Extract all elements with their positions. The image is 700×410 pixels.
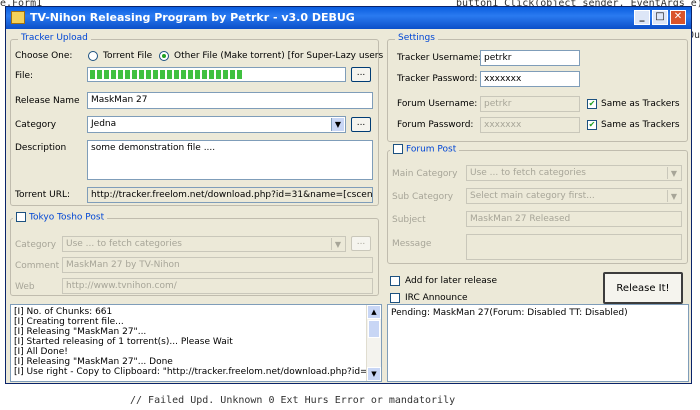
category-fetch-button[interactable]: ... <box>351 117 371 132</box>
tokyo-tosho-title[interactable]: Tokyo Tosho Post <box>29 213 104 223</box>
forum-post-title[interactable]: Forum Post <box>406 145 456 155</box>
log-box[interactable]: [I] No. of Chunks: 661 [I] Creating torr… <box>10 304 382 382</box>
tt-web-label: Web <box>15 282 35 292</box>
description-textarea[interactable]: some demonstration file .... <box>87 140 373 180</box>
release-name-label: Release Name <box>15 96 80 106</box>
category-label: Category <box>15 120 57 130</box>
tracker-upload-title: Tracker Upload <box>18 33 91 43</box>
main-window: TV-Nihon Releasing Program by Petrkr - v… <box>5 6 692 384</box>
log-line: [I] Releasing "MaskMan 27"... <box>14 327 147 337</box>
add-later-checkbox[interactable] <box>390 276 400 286</box>
subject-label: Subject <box>392 215 426 225</box>
same-as-trackers-label-1[interactable]: Same as Trackers <box>601 99 680 109</box>
tracker-password-label: Tracker Password: <box>397 74 478 84</box>
tokyo-tosho-checkbox[interactable] <box>16 212 26 222</box>
same-as-trackers-checkbox-1[interactable]: ✔ <box>587 99 597 109</box>
log-scrollbar[interactable]: ▲ ▼ <box>366 305 381 381</box>
maximize-button[interactable]: □ <box>652 10 668 25</box>
same-as-trackers-label-2[interactable]: Same as Trackers <box>601 120 680 130</box>
background-code-bottom: // Failed Upd. Unknown 0 Ext Hurs Error … <box>130 395 456 406</box>
settings-group: Settings Tracker Username: petrkr Tracke… <box>387 33 688 142</box>
log-line: [I] Use right - Copy to Clipboard: "http… <box>14 367 382 377</box>
description-label: Description <box>15 143 67 153</box>
irc-announce-label[interactable]: IRC Announce <box>405 293 468 303</box>
chevron-down-icon[interactable]: ▼ <box>331 118 344 131</box>
pending-text: Pending: MaskMan 27(Forum: Disabled TT: … <box>391 308 628 318</box>
tt-category-select[interactable]: Use ... to fetch categories ▼ <box>62 236 346 252</box>
file-progress-bar <box>87 67 346 82</box>
torrent-url-field[interactable]: http://tracker.freelom.net/download.php?… <box>87 187 373 203</box>
forum-password-input[interactable]: xxxxxxx <box>480 117 580 133</box>
message-textarea[interactable] <box>466 234 682 260</box>
tt-category-label: Category <box>15 240 57 250</box>
settings-title: Settings <box>395 33 438 43</box>
tracker-username-input[interactable]: petrkr <box>480 50 580 66</box>
tt-comment-label: Comment <box>15 261 60 271</box>
tokyo-tosho-group: Tokyo Tosho Post Category Use ... to fet… <box>10 212 379 296</box>
app-icon <box>11 11 25 24</box>
tt-category-fetch-button[interactable]: ... <box>351 236 371 251</box>
choose-one-label: Choose One: <box>15 51 73 61</box>
release-it-button[interactable]: Release It! <box>603 272 683 304</box>
log-line: [I] Started releasing of 1 torrent(s)...… <box>14 337 233 347</box>
category-select-value: Jedna <box>91 119 117 129</box>
add-later-label[interactable]: Add for later release <box>405 276 497 286</box>
tracker-username-label: Tracker Username: <box>397 53 482 63</box>
tracker-upload-group: Tracker Upload Choose One: Torrent File … <box>10 33 399 206</box>
tt-web-input[interactable]: http://www.tvnihon.com/ <box>62 278 373 294</box>
torrent-file-radio-label[interactable]: Torrent File <box>103 51 152 61</box>
irc-announce-checkbox[interactable] <box>390 293 400 303</box>
browse-file-button[interactable]: ... <box>351 67 371 82</box>
tt-category-value: Use ... to fetch categories <box>66 239 182 249</box>
chevron-down-icon[interactable]: ▼ <box>667 167 680 179</box>
main-category-label: Main Category <box>392 169 458 179</box>
file-progress-fill <box>90 70 242 79</box>
sub-category-label: Sub Category <box>392 192 454 202</box>
window-title: TV-Nihon Releasing Program by Petrkr - v… <box>30 11 355 24</box>
forum-password-label: Forum Password: <box>397 120 474 130</box>
tokyo-tosho-title-wrap: Tokyo Tosho Post <box>13 212 108 223</box>
right-panel: Settings Tracker Username: petrkr Tracke… <box>387 29 690 304</box>
release-name-input[interactable]: MaskMan 27 <box>87 92 373 109</box>
minimize-button[interactable]: _ <box>634 10 650 25</box>
scroll-up-icon[interactable]: ▲ <box>367 305 381 319</box>
chevron-down-icon[interactable]: ▼ <box>667 190 680 202</box>
message-label: Message <box>392 239 432 249</box>
log-line: [I] Releasing "MaskMan 27"... Done <box>14 357 173 367</box>
pending-box[interactable]: Pending: MaskMan 27(Forum: Disabled TT: … <box>387 304 689 382</box>
forum-username-input[interactable]: petrkr <box>480 96 580 112</box>
forum-post-checkbox[interactable] <box>393 144 403 154</box>
other-file-radio-label[interactable]: Other File (Make torrent) [for Super-Laz… <box>174 51 399 61</box>
title-bar[interactable]: TV-Nihon Releasing Program by Petrkr - v… <box>6 7 691 29</box>
other-file-radio[interactable] <box>159 51 169 61</box>
subject-input[interactable]: MaskMan 27 Released <box>466 211 682 227</box>
left-panel: Tracker Upload Choose One: Torrent File … <box>6 29 399 299</box>
sub-category-value: Select main category first... <box>470 191 595 201</box>
scroll-down-icon[interactable]: ▼ <box>367 367 381 381</box>
main-category-value: Use ... to fetch categories <box>470 168 586 178</box>
chevron-down-icon[interactable]: ▼ <box>331 238 344 250</box>
tracker-password-input[interactable]: xxxxxxx <box>480 71 580 87</box>
forum-post-title-wrap: Forum Post <box>390 144 460 155</box>
log-line: [I] All Done! <box>14 347 68 357</box>
category-select[interactable]: Jedna ▼ <box>87 116 346 133</box>
forum-username-label: Forum Username: <box>397 99 478 109</box>
same-as-trackers-checkbox-2[interactable]: ✔ <box>587 120 597 130</box>
torrent-file-radio[interactable] <box>88 51 98 61</box>
torrent-url-label: Torrent URL: <box>15 190 71 200</box>
tt-comment-input[interactable]: MaskMan 27 by TV-Nihon <box>62 257 373 273</box>
forum-post-group: Forum Post Main Category Use ... to fetc… <box>387 144 688 264</box>
sub-category-select[interactable]: Select main category first... ▼ <box>466 188 682 204</box>
close-button[interactable]: ✕ <box>670 10 686 25</box>
scroll-thumb[interactable] <box>368 320 380 338</box>
main-category-select[interactable]: Use ... to fetch categories ▼ <box>466 165 682 181</box>
log-line: [I] Creating torrent file... <box>14 317 124 327</box>
log-line: [I] No. of Chunks: 661 <box>14 307 113 317</box>
file-label: File: <box>15 71 34 81</box>
